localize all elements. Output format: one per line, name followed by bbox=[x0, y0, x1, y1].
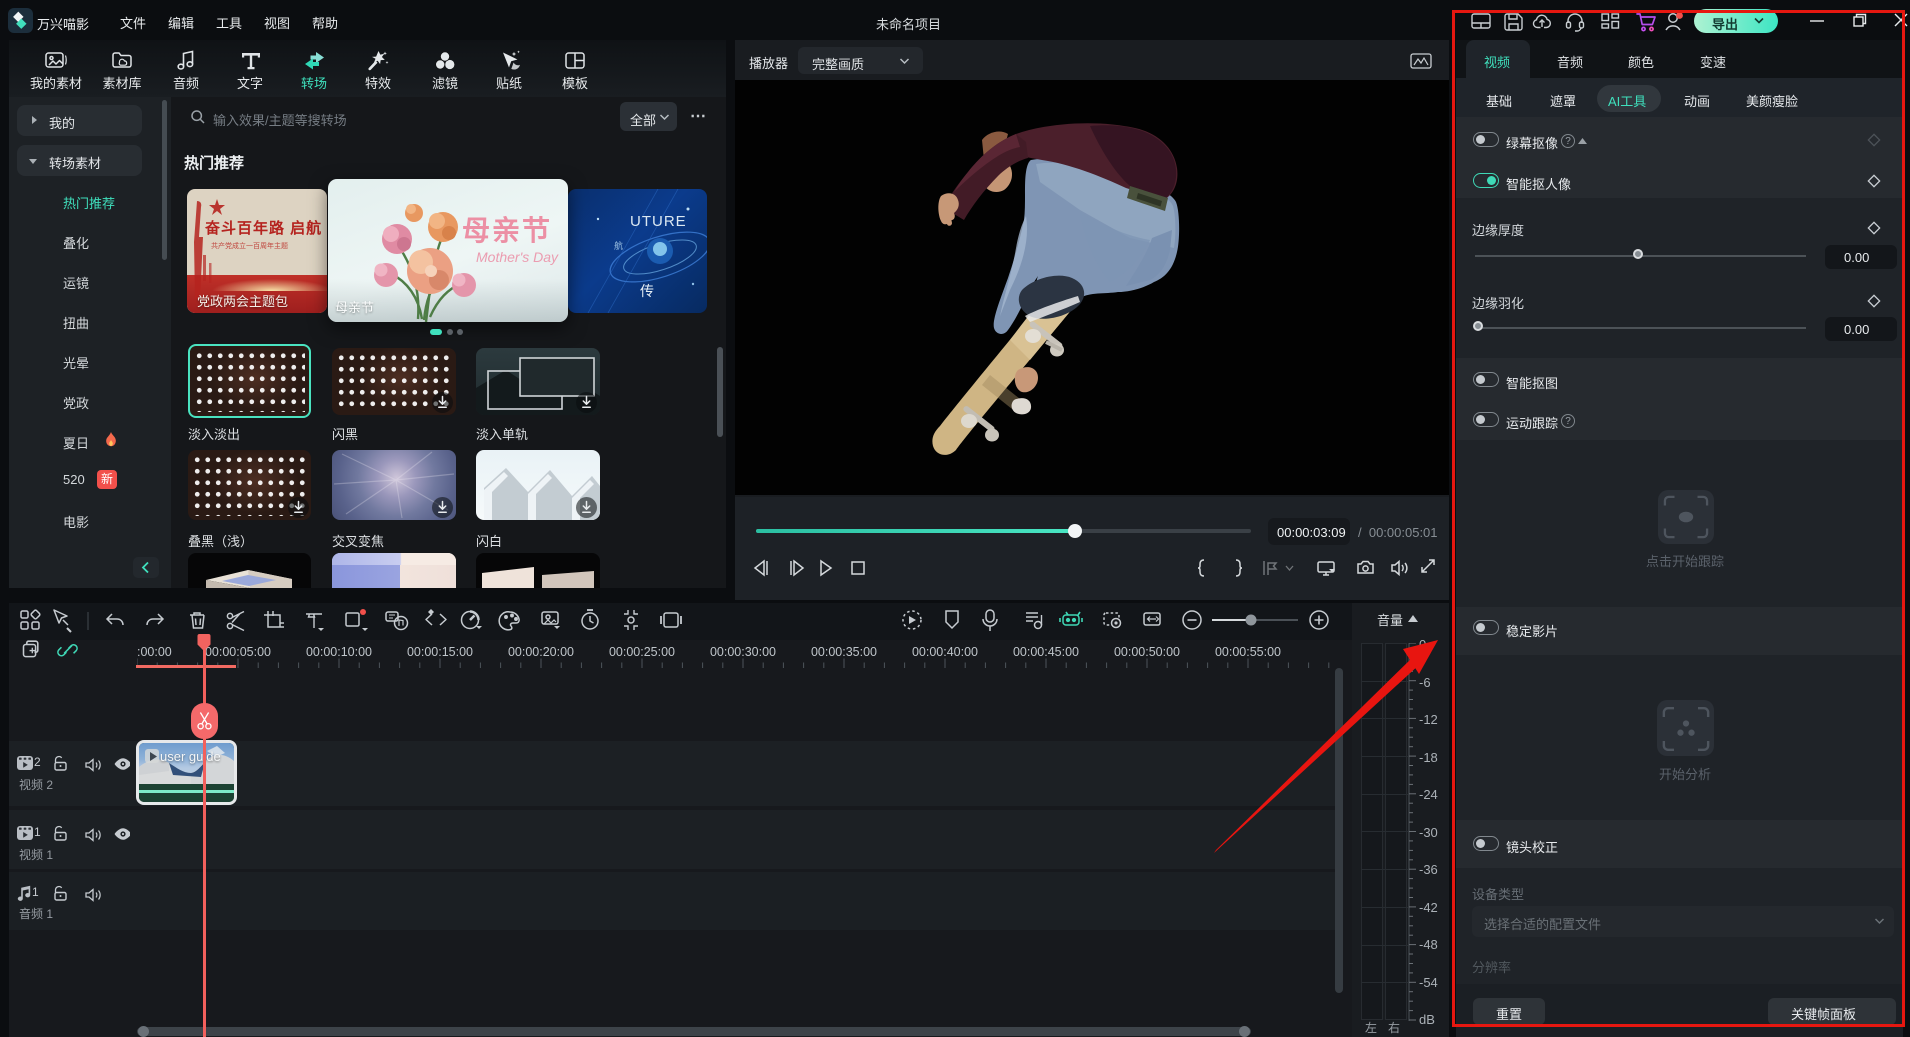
svg-text:00:00:05:00: 00:00:05:00 bbox=[205, 645, 271, 659]
svg-text:00:00:50:00: 00:00:50:00 bbox=[1114, 645, 1180, 659]
svg-text:00:00:10:00: 00:00:10:00 bbox=[306, 645, 372, 659]
svg-text:00:00:30:00: 00:00:30:00 bbox=[710, 645, 776, 659]
svg-text:00:00:40:00: 00:00:40:00 bbox=[912, 645, 978, 659]
svg-text:00:00:45:00: 00:00:45:00 bbox=[1013, 645, 1079, 659]
svg-text:00:00:35:00: 00:00:35:00 bbox=[811, 645, 877, 659]
svg-text::00:00: :00:00 bbox=[137, 645, 172, 659]
svg-text:00:00:15:00: 00:00:15:00 bbox=[407, 645, 473, 659]
svg-text:00:00:25:00: 00:00:25:00 bbox=[609, 645, 675, 659]
svg-text:00:00:20:00: 00:00:20:00 bbox=[508, 645, 574, 659]
